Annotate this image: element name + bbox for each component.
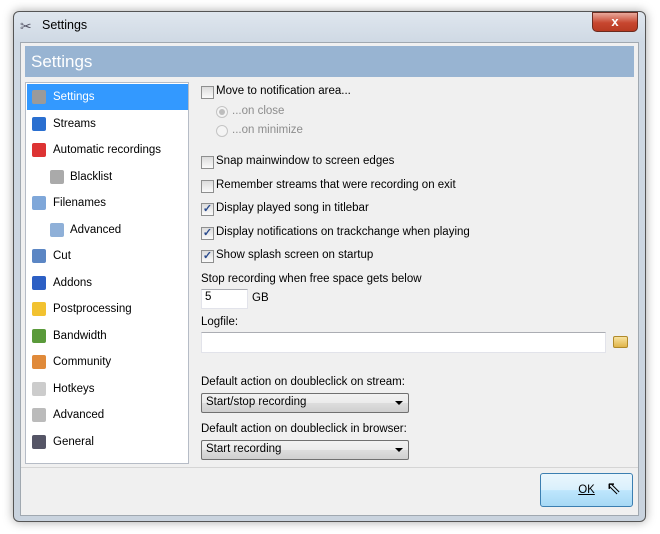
- app-tools-icon: ✂: [20, 18, 32, 34]
- sidebar-item-addons[interactable]: Addons: [27, 270, 188, 296]
- mouse-cursor-icon: ⇖: [606, 478, 622, 498]
- settings-icon: [32, 90, 46, 104]
- sidebar-item-automatic-recordings[interactable]: Automatic recordings: [27, 137, 188, 163]
- sidebar-item-blacklist[interactable]: Blacklist: [27, 164, 188, 190]
- sidebar-item-advanced[interactable]: Advanced: [27, 217, 188, 243]
- sidebar-item-filenames[interactable]: Filenames: [27, 190, 188, 216]
- option-label: Display notifications on trackchange whe…: [216, 226, 470, 238]
- sidebar-item-label: Automatic recordings: [53, 144, 162, 156]
- sidebar-item-label: Blacklist: [70, 170, 113, 183]
- sidebar-item-bandwidth[interactable]: Bandwidth: [27, 323, 188, 349]
- option-checkbox[interactable]: [201, 156, 214, 169]
- logfile-input[interactable]: [201, 332, 606, 353]
- sidebar-item-label: Cut: [53, 250, 71, 262]
- on-close-label: ...on close: [232, 105, 285, 117]
- move-to-tray-checkbox[interactable]: [201, 86, 214, 99]
- sidebar-item-label: Streams: [53, 117, 96, 130]
- ok-label: OK: [578, 484, 595, 496]
- sidebar-item-label: Settings: [53, 91, 95, 103]
- puzzle-icon: [32, 275, 46, 290]
- sidebar-item-label: Filenames: [53, 197, 107, 209]
- option-checkbox[interactable]: ✓: [201, 203, 214, 216]
- stream-action-value: Start/stop recording: [206, 396, 307, 408]
- tools-icon: [32, 434, 46, 449]
- option-label: Snap mainwindow to screen edges: [216, 155, 395, 167]
- sidebar-item-streams[interactable]: Streams: [27, 111, 188, 137]
- option-label: Show splash screen on startup: [216, 249, 374, 261]
- sidebar-item-settings[interactable]: Settings: [27, 84, 188, 110]
- sidebar-item-cut[interactable]: Cut: [27, 243, 188, 269]
- window-title: Settings: [42, 18, 88, 32]
- sidebar-item-label: Postprocessing: [53, 303, 132, 315]
- on-minimize-radio[interactable]: [216, 125, 228, 137]
- option-label: Display played song in titlebar: [216, 202, 369, 214]
- sidebar-item-label: Advanced: [53, 409, 105, 421]
- sidebar-item-community[interactable]: Community: [27, 349, 188, 375]
- pencil-document-icon: [32, 196, 46, 210]
- browse-folder-icon[interactable]: [613, 336, 628, 348]
- blocks-icon: [32, 143, 46, 157]
- stream-action-label: Default action on doubleclick on stream:: [201, 376, 405, 388]
- option-checkbox[interactable]: ✓: [201, 250, 214, 263]
- browser-action-value: Start recording: [206, 443, 282, 455]
- plug-icon: [32, 328, 46, 343]
- sidebar-item-label: General: [53, 435, 94, 448]
- sidebar-item-hotkeys[interactable]: Hotkeys: [27, 376, 188, 402]
- logfile-label: Logfile:: [201, 316, 239, 328]
- document-gear-icon: [50, 222, 64, 237]
- browser-action-label: Default action on doubleclick in browser…: [201, 423, 407, 435]
- sidebar-item-label: Community: [53, 356, 112, 368]
- chevron-down-icon: [395, 448, 403, 452]
- gear-icon: [32, 408, 46, 422]
- on-minimize-label: ...on minimize: [232, 124, 303, 136]
- lightning-icon: [32, 302, 46, 316]
- chevron-down-icon: [395, 401, 403, 405]
- close-button[interactable]: x: [592, 12, 638, 32]
- footer-divider: [21, 467, 638, 468]
- move-to-tray-label: Move to notification area...: [216, 85, 351, 97]
- option-checkbox[interactable]: ✓: [201, 227, 214, 240]
- free-space-label: Stop recording when free space gets belo…: [201, 273, 422, 285]
- sidebar-item-label: Addons: [53, 276, 93, 289]
- sidebar: Settings Streams Automatic recordings Black…: [25, 82, 189, 464]
- page-header: Settings: [25, 46, 634, 77]
- option-checkbox[interactable]: [201, 180, 214, 193]
- free-space-unit: GB: [252, 292, 269, 304]
- sidebar-item-postprocessing[interactable]: Postprocessing: [27, 296, 188, 322]
- sidebar-item-general[interactable]: General: [27, 429, 188, 455]
- stream-action-select[interactable]: Start/stop recording: [201, 393, 409, 413]
- sidebar-item-label: Hotkeys: [53, 382, 95, 395]
- free-space-input[interactable]: 5: [201, 289, 248, 309]
- browser-action-select[interactable]: Start recording: [201, 440, 409, 460]
- on-close-radio[interactable]: [216, 106, 228, 118]
- sidebar-item-advanced[interactable]: Advanced: [27, 402, 188, 428]
- users-icon: [32, 355, 46, 369]
- music-note-icon: [32, 116, 46, 131]
- document-icon: [50, 169, 64, 184]
- key-icon: [32, 381, 46, 396]
- sidebar-item-label: Advanced: [70, 223, 122, 236]
- sidebar-item-label: Bandwidth: [53, 329, 107, 342]
- scissors-icon: [32, 249, 46, 263]
- option-label: Remember streams that were recording on …: [216, 179, 456, 191]
